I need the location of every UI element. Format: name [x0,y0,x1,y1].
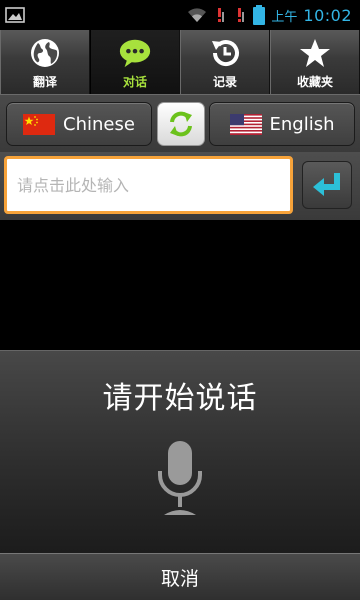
clock: 10:02 [303,5,352,25]
tab-label: 对话 [122,75,147,89]
battery-icon [253,5,266,25]
image-notification-icon [5,7,25,23]
star-icon [298,36,332,70]
swap-languages-button[interactable] [157,102,205,146]
tab-translate[interactable]: 翻译 [0,30,90,94]
main-tabs: 翻译 对话 记录 收藏夹 [0,30,360,94]
tab-label: 记录 [212,75,237,89]
speech-dialog: 请开始说话 [0,350,360,553]
tab-conversation[interactable]: 对话 [90,30,180,94]
wifi-icon [188,8,207,22]
source-language-label: Chinese [63,113,135,135]
microphone-icon [158,441,202,515]
text-input[interactable] [4,156,293,214]
status-bar: 上午 10:02 [0,0,360,30]
tab-label: 收藏夹 [296,75,333,89]
cancel-button[interactable]: 取消 [0,553,360,600]
target-language-button[interactable]: English [209,102,355,146]
target-language-label: English [269,113,335,135]
am-pm-indicator: 上午 [271,9,298,25]
tab-favorites[interactable]: 收藏夹 [270,30,360,94]
history-icon [208,36,242,70]
enter-arrow-icon [313,173,340,196]
tab-label: 翻译 [32,75,57,89]
source-language-button[interactable]: Chinese [6,102,152,146]
submit-button[interactable] [302,161,352,209]
signal-sim1-icon [218,8,225,22]
swap-icon [170,111,192,137]
chat-bubble-icon [118,36,152,70]
conversation-area [0,220,360,350]
system-status: 上午 10:02 [187,5,360,25]
speech-prompt: 请开始说话 [102,381,258,416]
signal-sim2-icon [238,8,245,22]
globe-icon [28,36,62,70]
us-flag-icon [229,113,262,135]
input-row [0,152,360,220]
notification-area [0,7,30,23]
tab-history[interactable]: 记录 [180,30,270,94]
china-flag-icon [23,113,56,135]
language-bar: Chinese English [0,94,360,153]
